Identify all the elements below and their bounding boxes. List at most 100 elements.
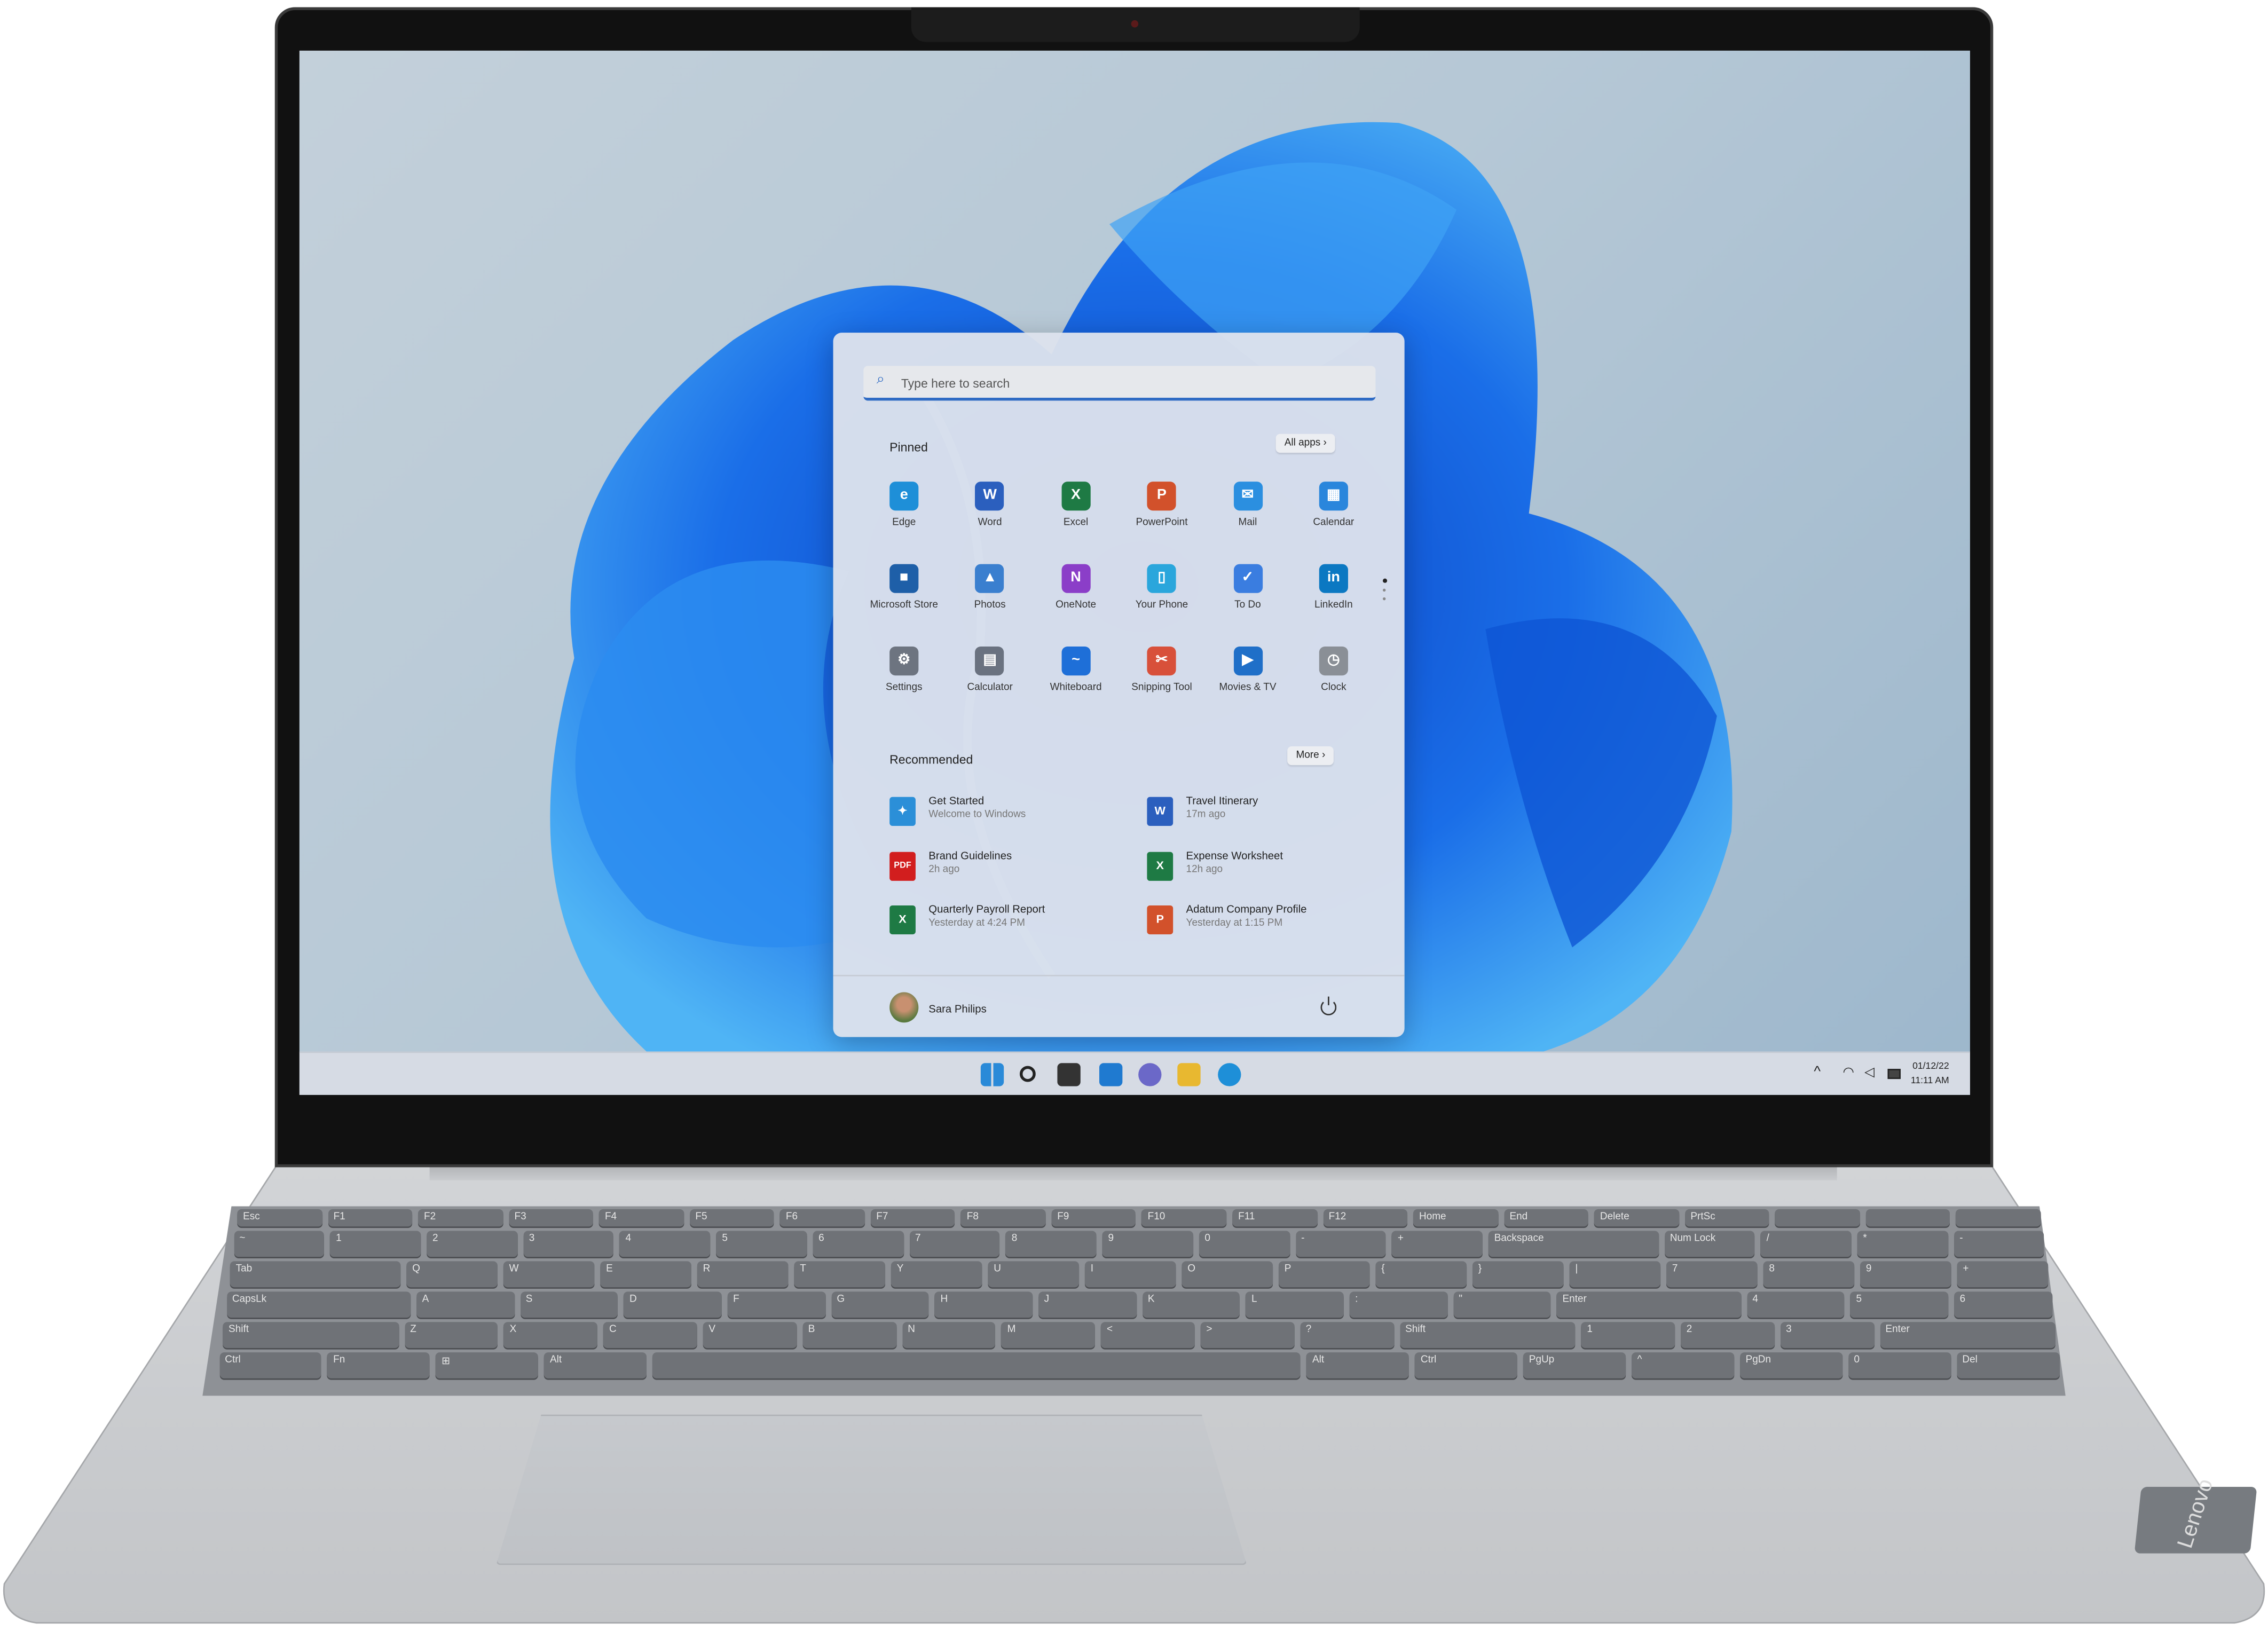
pinned-app-onenote[interactable]: N OneNote <box>1033 564 1120 610</box>
key[interactable]: 8 <box>1005 1231 1097 1257</box>
key[interactable]: F11 <box>1232 1209 1317 1227</box>
key[interactable]: + <box>1957 1261 2049 1288</box>
key[interactable]: H <box>934 1291 1033 1318</box>
key[interactable]: 7 <box>909 1231 1001 1257</box>
teams-chat-icon[interactable] <box>1138 1063 1162 1086</box>
start-icon[interactable] <box>980 1063 1004 1086</box>
key[interactable]: - <box>1295 1231 1387 1257</box>
key[interactable]: 6 <box>813 1231 904 1257</box>
task-view-icon[interactable] <box>1057 1063 1081 1086</box>
recommended-item[interactable]: P Adatum Company Profile Yesterday at 1:15… <box>1147 903 1393 937</box>
key[interactable] <box>1956 1209 2041 1227</box>
pinned-app-whiteboard[interactable]: ~ Whiteboard <box>1033 647 1120 693</box>
pinned-app-linkedin[interactable]: in LinkedIn <box>1290 564 1377 610</box>
key[interactable]: ⊞ <box>436 1352 539 1378</box>
clock-area[interactable]: 01/12/22 11:11 AM <box>1911 1060 1949 1089</box>
key[interactable] <box>1865 1209 1951 1227</box>
key[interactable]: 1 <box>330 1231 421 1257</box>
key[interactable]: CapsLk <box>226 1291 411 1318</box>
key[interactable]: < <box>1101 1322 1195 1348</box>
key[interactable]: PrtSc <box>1684 1209 1770 1227</box>
key[interactable]: F12 <box>1322 1209 1408 1227</box>
pinned-app-edge[interactable]: e Edge <box>861 482 948 528</box>
pinned-app-microsoft-store[interactable]: ■ Microsoft Store <box>861 564 948 610</box>
key[interactable]: PgDn <box>1739 1352 1842 1378</box>
key[interactable]: K <box>1141 1291 1240 1318</box>
file-explorer-icon[interactable] <box>1177 1063 1201 1086</box>
pinned-app-excel[interactable]: X Excel <box>1033 482 1120 528</box>
key[interactable]: F8 <box>960 1209 1046 1227</box>
key[interactable]: 1 <box>1581 1322 1675 1348</box>
key[interactable]: Q <box>406 1261 498 1288</box>
key[interactable]: 5 <box>716 1231 807 1257</box>
key[interactable]: ~ <box>233 1231 325 1257</box>
key[interactable]: | <box>1569 1261 1661 1288</box>
pinned-app-clock[interactable]: ◷ Clock <box>1290 647 1377 693</box>
key[interactable]: / <box>1760 1231 1852 1257</box>
key[interactable]: 6 <box>1954 1291 2052 1318</box>
key[interactable]: 3 <box>1780 1322 1874 1348</box>
key[interactable]: Backspace <box>1488 1231 1659 1257</box>
key[interactable]: { <box>1375 1261 1467 1288</box>
key[interactable]: 2 <box>427 1231 518 1257</box>
search-input[interactable]: ⌕ Type here to search <box>863 366 1376 401</box>
key[interactable]: F4 <box>599 1209 684 1227</box>
key[interactable]: * <box>1857 1231 1948 1257</box>
key[interactable]: F1 <box>327 1209 413 1227</box>
key[interactable]: Del <box>1956 1352 2059 1378</box>
more-button[interactable]: More › <box>1287 746 1334 766</box>
key[interactable]: Z <box>404 1322 498 1348</box>
key[interactable]: Shift <box>223 1322 399 1348</box>
key[interactable]: R <box>697 1261 789 1288</box>
key[interactable]: S <box>519 1291 618 1318</box>
key[interactable]: F3 <box>508 1209 594 1227</box>
key[interactable]: 8 <box>1763 1261 1855 1288</box>
key[interactable]: V <box>703 1322 797 1348</box>
key[interactable]: 9 <box>1860 1261 1951 1288</box>
key[interactable]: X <box>503 1322 598 1348</box>
key[interactable]: Home <box>1413 1209 1498 1227</box>
pinned-app-mail[interactable]: ✉ Mail <box>1204 482 1292 528</box>
key[interactable]: P <box>1278 1261 1370 1288</box>
key[interactable]: : <box>1349 1291 1447 1318</box>
key[interactable]: Esc <box>237 1209 322 1227</box>
key[interactable]: Enter <box>1879 1322 2056 1348</box>
recommended-item[interactable]: W Travel Itinerary 17m ago <box>1147 794 1393 829</box>
key[interactable]: + <box>1392 1231 1483 1257</box>
key[interactable]: F2 <box>418 1209 503 1227</box>
key[interactable]: 7 <box>1666 1261 1758 1288</box>
key[interactable]: Alt <box>1306 1352 1409 1378</box>
battery-icon[interactable] <box>1887 1069 1901 1079</box>
edge-icon[interactable] <box>1218 1063 1241 1086</box>
key[interactable]: I <box>1084 1261 1176 1288</box>
pinned-app-calendar[interactable]: ▦ Calendar <box>1290 482 1377 528</box>
key[interactable]: A <box>416 1291 515 1318</box>
key[interactable]: > <box>1200 1322 1295 1348</box>
pinned-app-calculator[interactable]: ▤ Calculator <box>947 647 1034 693</box>
key[interactable] <box>652 1352 1301 1378</box>
key[interactable]: Ctrl <box>219 1352 322 1378</box>
pinned-app-powerpoint[interactable]: P PowerPoint <box>1119 482 1206 528</box>
key[interactable]: " <box>1453 1291 1551 1318</box>
touchpad[interactable] <box>496 1414 1247 1565</box>
key[interactable]: End <box>1503 1209 1589 1227</box>
key[interactable]: F <box>727 1291 825 1318</box>
key[interactable]: E <box>600 1261 691 1288</box>
all-apps-button[interactable]: All apps › <box>1275 434 1336 453</box>
key[interactable] <box>1775 1209 1860 1227</box>
key[interactable]: O <box>1182 1261 1273 1288</box>
key[interactable]: 0 <box>1199 1231 1290 1257</box>
key[interactable]: 3 <box>523 1231 614 1257</box>
recommended-item[interactable]: X Expense Worksheet 12h ago <box>1147 848 1393 883</box>
key[interactable]: C <box>603 1322 697 1348</box>
key[interactable]: ^ <box>1631 1352 1734 1378</box>
key[interactable]: Tab <box>230 1261 401 1288</box>
key[interactable]: D <box>624 1291 722 1318</box>
pinned-app-movies-tv[interactable]: ▶ Movies & TV <box>1204 647 1292 693</box>
key[interactable]: T <box>794 1261 886 1288</box>
pinned-app-word[interactable]: W Word <box>947 482 1034 528</box>
key[interactable]: PgUp <box>1523 1352 1626 1378</box>
key[interactable]: Num Lock <box>1664 1231 1755 1257</box>
wifi-icon[interactable]: ◠ <box>1843 1065 1854 1081</box>
key[interactable]: G <box>831 1291 929 1318</box>
